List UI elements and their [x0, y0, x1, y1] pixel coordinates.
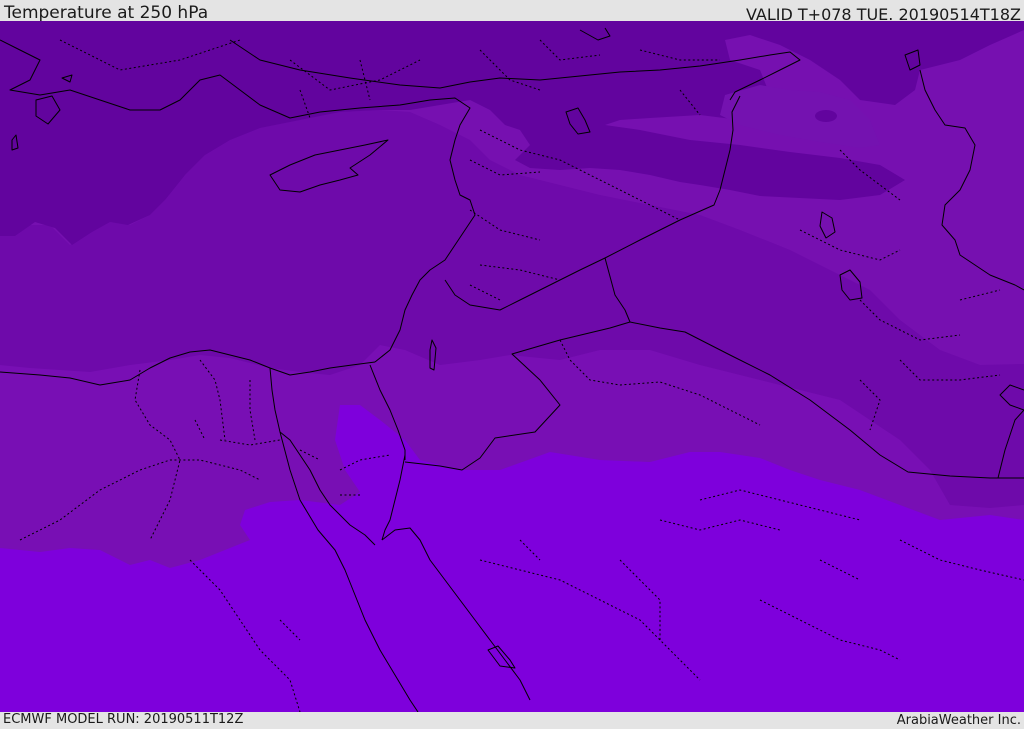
model-run-label: ECMWF MODEL RUN: 20190511T12Z: [3, 712, 244, 727]
map-header: Temperature at 250 hPa VALID T+078 TUE. …: [0, 0, 1024, 24]
temperature-map[interactable]: [0, 21, 1024, 712]
map-title: Temperature at 250 hPa: [4, 3, 209, 23]
credit-label: ArabiaWeather Inc.: [896, 713, 1021, 728]
map-panel[interactable]: [0, 21, 1024, 712]
cold-patch-small: [815, 110, 837, 122]
map-footer: ECMWF MODEL RUN: 20190511T12Z ArabiaWeat…: [0, 712, 1024, 729]
